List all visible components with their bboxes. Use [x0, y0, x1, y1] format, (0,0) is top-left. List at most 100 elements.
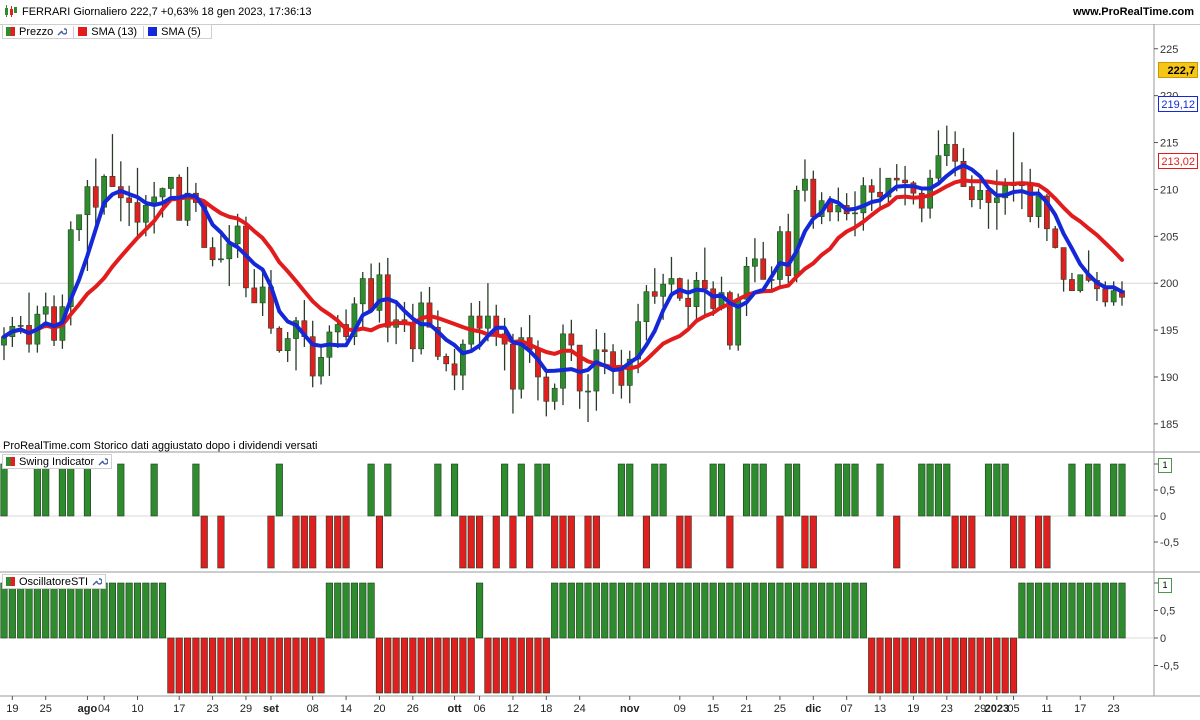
candle-body — [752, 258, 758, 267]
swing-bar — [1035, 515, 1043, 569]
sti-bar — [33, 582, 41, 639]
swing-bar — [801, 515, 809, 569]
sti-bar — [667, 582, 676, 639]
last-price-label: 222,7 — [1158, 62, 1198, 79]
candle-body — [76, 214, 82, 231]
x-tick-label: 12 — [507, 703, 519, 715]
swing-bar — [567, 515, 575, 569]
sti-bar — [701, 582, 709, 639]
candle-body — [126, 197, 133, 203]
sti-bar — [275, 637, 283, 694]
candle-body — [543, 376, 550, 402]
swing-y-tick-label: -0,5 — [1160, 537, 1179, 549]
swing-indicator-legend[interactable]: Swing Indicator — [2, 454, 113, 469]
swing-scale-badge: 1 — [1158, 458, 1172, 473]
candle-body — [551, 387, 558, 402]
candle-body — [785, 231, 792, 276]
swing-bar — [434, 463, 442, 517]
sti-bar — [617, 582, 625, 639]
candle-body — [576, 344, 583, 392]
sti-bar — [1110, 582, 1118, 639]
sti-scale-badge: 1 — [1158, 578, 1172, 593]
swing-bar — [559, 515, 567, 569]
sti-bar — [968, 637, 976, 694]
chart-canvas: 185190195200205210215220225 0,50-0,5 0,5… — [0, 24, 1200, 715]
swing-bar — [1118, 463, 1126, 517]
swing-bar — [384, 463, 392, 517]
sti-bar — [133, 582, 142, 639]
x-tick-label: 18 — [540, 703, 552, 715]
swing-bar — [267, 515, 275, 569]
candle-body — [1060, 247, 1067, 280]
swing-bar — [676, 515, 684, 569]
candle-body — [167, 176, 174, 189]
candle-body — [643, 291, 650, 322]
swing-indicator-title: Swing Indicator — [19, 455, 95, 468]
candle-body — [993, 197, 1000, 203]
sti-oscillator-legend[interactable]: OscillatoreSTI — [2, 574, 107, 589]
sti-bar — [334, 582, 342, 639]
sti-bar — [951, 637, 959, 694]
sti-bar — [651, 582, 659, 639]
swing-bar — [501, 463, 509, 517]
sti-bar — [476, 582, 484, 639]
candle-body — [568, 333, 575, 346]
sti-bar — [234, 637, 242, 694]
sti-bar — [1009, 637, 1018, 694]
swing-bar — [526, 515, 534, 569]
swing-bar — [492, 515, 500, 569]
sti-bar — [367, 582, 375, 639]
swing-bar — [659, 463, 667, 517]
sti-bar — [551, 582, 559, 639]
sti-bar — [742, 582, 751, 639]
sti-bar — [1001, 637, 1009, 694]
x-tick-label: 04 — [98, 703, 110, 715]
swing-bar — [926, 463, 934, 517]
sti-bar — [809, 582, 817, 639]
candle-body — [92, 186, 99, 208]
wrench-icon[interactable] — [97, 456, 109, 467]
swing-bar — [834, 463, 842, 517]
candle-body — [251, 287, 258, 304]
swing-bar — [476, 515, 484, 569]
candle-body — [42, 306, 49, 315]
sti-bar — [209, 637, 217, 694]
swing-bar — [367, 463, 375, 517]
swing-bar — [1001, 463, 1009, 517]
swing-bar — [809, 515, 817, 569]
candle-body — [142, 205, 149, 223]
sti-bar — [83, 582, 91, 639]
sti-bar — [1076, 582, 1084, 639]
candle-body — [226, 243, 233, 260]
sti-bar — [1043, 582, 1051, 639]
sti-bar — [659, 582, 667, 639]
x-tick-label: 10 — [131, 703, 143, 715]
y-tick-label: 190 — [1160, 372, 1178, 384]
swing-bar — [33, 463, 41, 517]
candle-body — [510, 343, 516, 390]
sti-bar — [918, 637, 926, 694]
candle-body — [685, 297, 692, 307]
candle-body — [1035, 195, 1042, 217]
sti-bar — [642, 582, 650, 639]
swing-bar — [642, 515, 650, 569]
candle-body — [701, 280, 708, 290]
swing-bar — [726, 515, 734, 569]
sti-bar — [117, 582, 125, 639]
x-tick-label: 08 — [307, 703, 319, 715]
sti-bar — [400, 637, 409, 694]
candle-body — [334, 324, 341, 333]
swing-bar — [534, 463, 542, 517]
sti-bar — [417, 637, 425, 694]
swing-bar — [517, 463, 525, 517]
sti-bar — [375, 637, 384, 694]
wrench-icon[interactable] — [91, 576, 103, 587]
swing-bar — [984, 463, 993, 517]
y-tick-label: 185 — [1160, 419, 1178, 431]
swing-bar — [793, 463, 801, 517]
swing-bar — [334, 515, 342, 569]
sti-y-tick-label: 0,5 — [1160, 606, 1175, 618]
sti-bar — [250, 637, 258, 694]
sti-bar — [1085, 582, 1093, 639]
swing-bar — [584, 515, 592, 569]
